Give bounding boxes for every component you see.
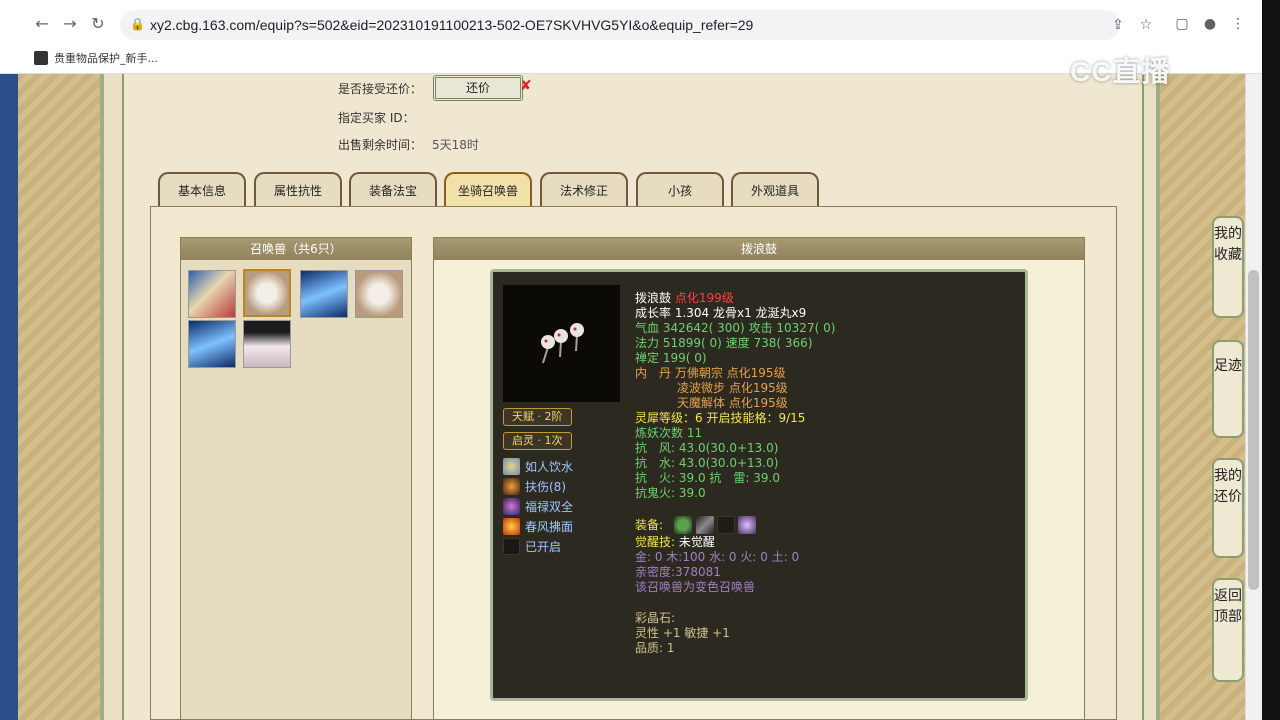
quality-row: 品质: 1 <box>635 641 675 655</box>
my-favorites-button[interactable]: 我的收藏 <box>1212 216 1244 318</box>
summon-rank: 点化199级 <box>674 291 734 305</box>
atk-value: 10327( 0) <box>776 321 836 335</box>
equip-gem-icon[interactable] <box>738 516 756 534</box>
skill-wind-icon <box>503 517 520 535</box>
equip-label: 装备: <box>635 518 664 532</box>
skill-flame-icon <box>503 477 520 495</box>
skill-fortune-icon <box>503 497 520 515</box>
equip-blade-icon[interactable] <box>696 516 714 534</box>
right-overlay-strip <box>1262 0 1280 720</box>
variant-row: 该召唤兽为变色召唤兽 <box>635 580 756 594</box>
skill-name-5: 已开启 <box>525 539 562 554</box>
mp-label: 法力 <box>635 336 660 350</box>
mp-value: 51899( 0) <box>662 336 722 350</box>
skill-item-5[interactable]: 已开启 <box>503 537 561 555</box>
tab-basic-info[interactable]: 基本信息 <box>158 172 246 208</box>
summon-thumb-4[interactable] <box>355 270 403 318</box>
share-icon[interactable]: ⇪ <box>1108 15 1128 35</box>
equip-ring-icon[interactable] <box>674 516 692 534</box>
skill-item-4[interactable]: 春风拂面 <box>503 517 573 535</box>
skill-water-icon <box>503 457 520 475</box>
tab-appearance[interactable]: 外观道具 <box>731 172 819 208</box>
zen-label: 禅定 <box>635 351 660 365</box>
summon-thumb-6[interactable] <box>243 320 291 368</box>
bookmark-favicon-icon <box>34 51 48 65</box>
back-icon[interactable]: ← <box>32 14 52 34</box>
back-to-top-button[interactable]: 返回顶部 <box>1212 578 1244 682</box>
tab-attributes[interactable]: 属性抗性 <box>254 172 342 208</box>
awaken-label: 觉醒技: <box>635 535 676 549</box>
lock-icon: 🔒 <box>130 17 145 31</box>
bookmark-item[interactable]: 贵重物品保护_新手... <box>34 50 158 66</box>
left-edge-bar <box>0 74 18 720</box>
star-icon[interactable]: ☆ <box>1136 15 1156 35</box>
remaining-time-value: 5天18时 <box>432 138 479 152</box>
left-decoration <box>18 74 103 720</box>
inner-dan-label: 内 丹 <box>635 366 672 380</box>
skill-name-4: 春风拂面 <box>525 519 574 534</box>
remaining-time-label: 出售剩余时间： <box>338 138 423 152</box>
url-text[interactable]: xy2.cbg.163.com/equip?s=502&eid=20231019… <box>150 17 753 33</box>
remaining-time-row: 出售剩余时间： 5天18时 <box>338 136 479 153</box>
skill-item-3[interactable]: 福禄双全 <box>503 497 573 515</box>
buyer-id-label: 指定买家 ID： <box>338 111 415 125</box>
footprint-button[interactable]: 足迹 <box>1212 340 1244 438</box>
skill-empty-slot-icon <box>503 537 520 555</box>
spd-value: 738( 366) <box>753 336 813 350</box>
profile-icon[interactable]: ● <box>1200 14 1220 34</box>
tab-children[interactable]: 小孩 <box>636 172 724 208</box>
my-counter-offers-button[interactable]: 我的还价 <box>1212 458 1244 558</box>
summon-thumb-2[interactable] <box>243 269 291 317</box>
skill-name-3: 福禄双全 <box>525 499 574 514</box>
hp-label: 气血 <box>635 321 660 335</box>
inner-dan-1: 万佛朝宗 点化195级 <box>674 366 786 380</box>
skill-item-2[interactable]: 扶伤(8) <box>503 477 566 495</box>
skill-item-1[interactable]: 如人饮水 <box>503 457 573 475</box>
accept-counter-label: 是否接受还价： <box>338 82 423 96</box>
equip-empty-slot-icon[interactable] <box>717 516 735 534</box>
sidepanel-icon[interactable]: ▢ <box>1172 14 1192 34</box>
atk-label: 攻击 <box>748 321 773 335</box>
forward-icon[interactable]: → <box>60 14 80 34</box>
hp-value: 342642( 300) <box>662 321 745 335</box>
skill-name-1: 如人饮水 <box>525 459 574 474</box>
summon-portrait <box>503 285 620 402</box>
zen-value: 199( 0) <box>662 351 707 365</box>
tab-spell-modifiers[interactable]: 法术修正 <box>540 172 628 208</box>
close-icon: ✘ <box>520 78 532 94</box>
bookmark-label: 贵重物品保护_新手... <box>54 52 158 65</box>
tab-mounts-summons[interactable]: 坐骑召唤兽 <box>444 172 532 208</box>
counter-offer-button[interactable]: 还价 <box>433 75 523 101</box>
talent-tag: 天赋 · 2阶 <box>503 408 572 426</box>
tab-equipment[interactable]: 装备法宝 <box>349 172 437 208</box>
spd-label: 速度 <box>725 336 750 350</box>
summon-thumb-5[interactable] <box>188 320 236 368</box>
reload-icon[interactable]: ↻ <box>88 14 108 34</box>
summon-name: 拨浪鼓 <box>635 291 672 305</box>
cc-watermark-logo: CC直播 <box>1070 56 1171 87</box>
menu-icon[interactable]: ⋮ <box>1228 14 1248 34</box>
resist-ghostfire: 抗鬼火: 39.0 <box>635 486 706 500</box>
address-bar[interactable]: 🔒 xy2.cbg.163.com/equip?s=502&eid=202310… <box>120 10 1152 40</box>
summon-detail-title: 拨浪鼓 <box>434 238 1084 260</box>
awaken-value: 未觉醒 <box>678 535 715 549</box>
summon-thumb-3[interactable] <box>300 270 348 318</box>
page-scrollbar-thumb[interactable] <box>1248 270 1259 590</box>
summon-list-title: 召唤兽（共6只） <box>181 238 411 260</box>
summon-thumb-1[interactable] <box>188 270 236 318</box>
rattle-drum-icon <box>541 323 584 364</box>
skill-name-2: 扶伤(8) <box>525 479 566 494</box>
awaken-spirit-tag: 启灵 · 1次 <box>503 432 572 450</box>
